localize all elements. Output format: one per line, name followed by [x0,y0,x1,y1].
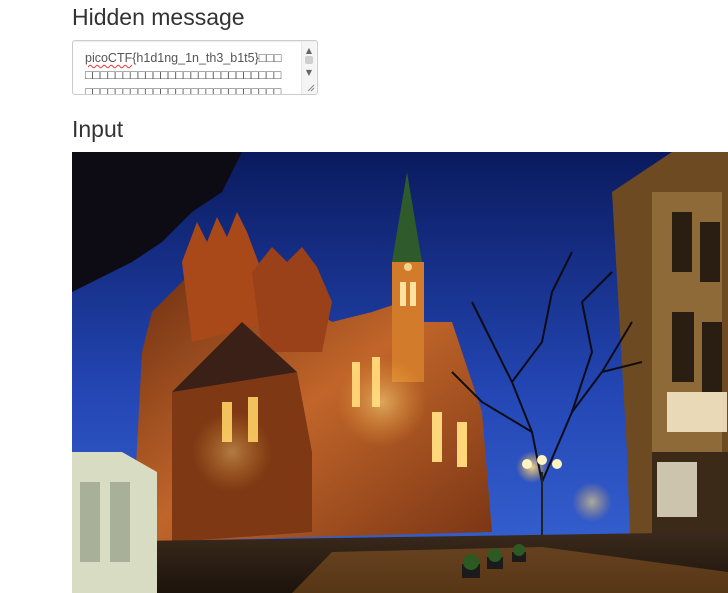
scroll-up-arrow-icon[interactable]: ▲ [302,44,316,56]
misspelled-word: picoCTF [85,51,133,65]
hidden-message-textarea[interactable]: picoCTF{h1d1ng_1n_th3_b1t5}□□□□□□□□□□□□□… [72,40,318,95]
scroll-thumb[interactable] [305,56,313,64]
scroll-down-arrow-icon[interactable]: ▼ [302,66,316,78]
input-title: Input [72,116,124,142]
hidden-message-text[interactable]: picoCTF{h1d1ng_1n_th3_b1t5}□□□□□□□□□□□□□… [85,50,287,94]
resize-handle-icon[interactable] [307,84,315,92]
hidden-message-title: Hidden message [72,4,245,30]
input-image [72,152,728,593]
